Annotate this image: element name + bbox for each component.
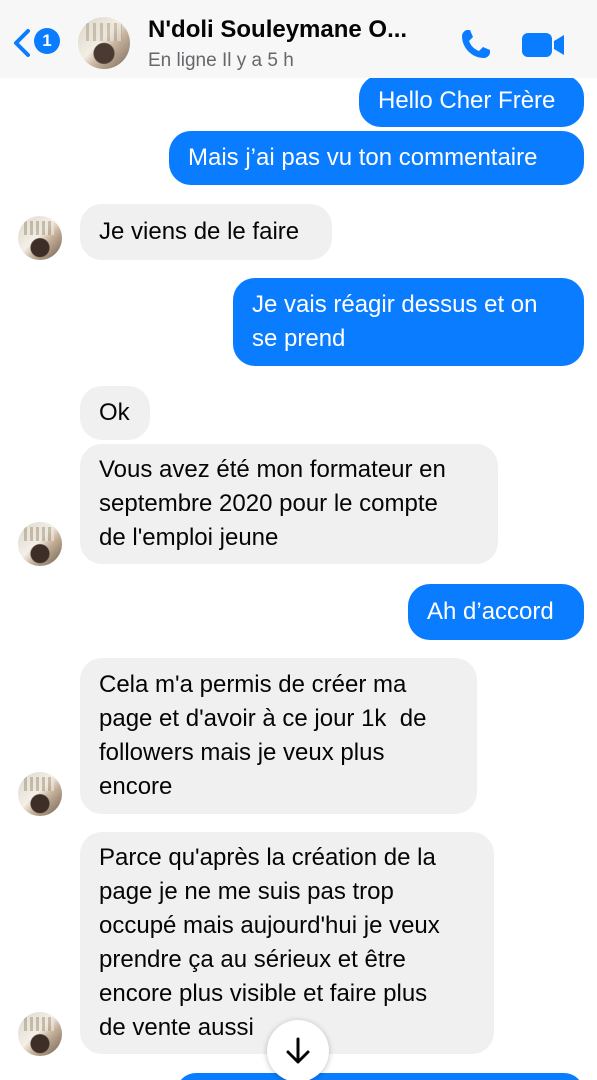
message-text: Je viens de le faire — [99, 218, 300, 245]
message-text: prendre ça au sérieux et être — [99, 946, 406, 973]
incoming-message[interactable]: Vous avez été mon formateur en septembre… — [80, 444, 498, 564]
phone-icon[interactable] — [458, 26, 494, 62]
arrow-down-icon — [286, 1037, 310, 1064]
contact-avatar[interactable] — [78, 17, 130, 69]
message-text: Ok — [99, 399, 130, 426]
outgoing-message[interactable]: Hello Cher Frère — [359, 75, 584, 127]
chat-header: 1 N'doli Souleymane O... En ligne Il y a… — [0, 0, 597, 78]
message-text: page et d'avoir à ce jour 1k de — [99, 705, 427, 732]
outgoing-message[interactable]: Mais j’ai pas vu ton commentaire — [169, 131, 584, 185]
contact-avatar-small[interactable] — [18, 1012, 62, 1056]
back-button[interactable]: 1 — [12, 24, 64, 64]
chevron-left-icon — [14, 29, 30, 57]
outgoing-message-partial[interactable] — [176, 1073, 584, 1080]
message-text: Hello Cher Frère — [378, 87, 556, 114]
message-text: Cela m'a permis de créer ma — [99, 671, 407, 698]
contact-avatar-small[interactable] — [18, 522, 62, 566]
message-text: Parce qu'après la création de la — [99, 844, 436, 871]
incoming-message[interactable]: Cela m'a permis de créer ma page et d'av… — [80, 658, 477, 814]
incoming-message[interactable]: Ok — [80, 386, 150, 440]
message-text: Je vais réagir dessus et on — [252, 291, 538, 318]
message-text: Ah d’accord — [427, 598, 554, 625]
video-camera-icon[interactable] — [520, 30, 566, 60]
message-text: encore — [99, 773, 173, 800]
message-text: Vous avez été mon formateur en — [99, 456, 446, 483]
unread-count-badge: 1 — [34, 28, 60, 54]
outgoing-message[interactable]: Ah d’accord — [408, 584, 584, 640]
message-text: page je ne me suis pas trop — [99, 878, 394, 905]
message-text: encore plus visible et faire plus — [99, 980, 428, 1007]
scroll-to-bottom-button[interactable] — [267, 1020, 329, 1080]
message-text: de l'emploi jeune — [99, 524, 279, 551]
contact-status: En ligne Il y a 5 h — [148, 50, 294, 71]
message-text: septembre 2020 pour le compte — [99, 490, 438, 517]
contact-avatar-small[interactable] — [18, 216, 62, 260]
message-text: occupé mais aujourd'hui je veux — [99, 912, 440, 939]
incoming-message[interactable]: Je viens de le faire — [80, 204, 332, 260]
message-text: followers mais je veux plus — [99, 739, 385, 766]
contact-name[interactable]: N'doli Souleymane O... — [148, 16, 438, 44]
outgoing-message[interactable]: Je vais réagir dessus et on se prend — [233, 278, 584, 366]
contact-avatar-small[interactable] — [18, 772, 62, 816]
message-text: Mais j’ai pas vu ton commentaire — [188, 144, 538, 171]
message-text: se prend — [252, 325, 346, 352]
